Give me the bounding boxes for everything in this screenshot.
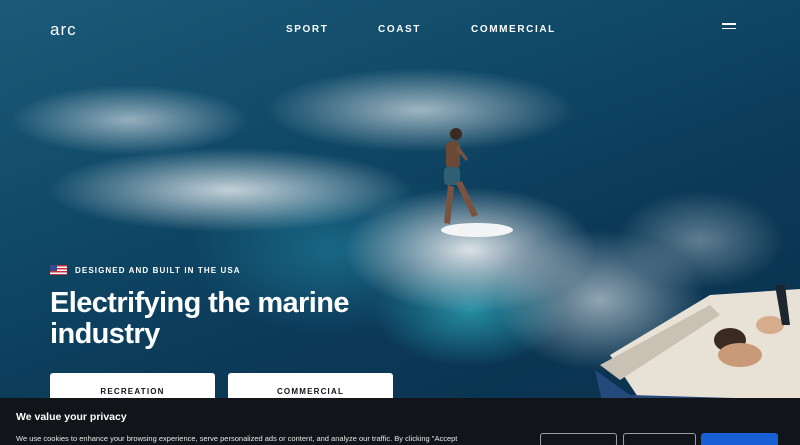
cookie-description: We use cookies to enhance your browsing … bbox=[16, 434, 458, 443]
hero-headline: Electrifying the marine industry bbox=[50, 287, 349, 350]
hamburger-menu-icon[interactable] bbox=[722, 23, 736, 33]
recreation-button[interactable]: RECREATION bbox=[50, 373, 215, 401]
wakesurfer-image bbox=[441, 128, 513, 237]
site-header: arc SPORT COAST COMMERCIAL bbox=[0, 0, 800, 58]
cookie-accept-button[interactable] bbox=[701, 433, 778, 445]
commercial-button[interactable]: COMMERCIAL bbox=[228, 373, 393, 401]
cookie-customize-button[interactable] bbox=[540, 433, 617, 445]
hero-tagline: DESIGNED AND BUILT IN THE USA bbox=[50, 265, 241, 275]
nav-coast[interactable]: COAST bbox=[378, 24, 421, 35]
boat-image bbox=[595, 285, 800, 415]
us-flag-icon bbox=[50, 265, 67, 275]
cookie-reject-button[interactable] bbox=[623, 433, 696, 445]
tagline-text: DESIGNED AND BUILT IN THE USA bbox=[75, 265, 241, 275]
nav-commercial[interactable]: COMMERCIAL bbox=[471, 24, 556, 35]
cookie-title: We value your privacy bbox=[16, 411, 127, 423]
arc-logo[interactable]: arc bbox=[50, 20, 77, 40]
nav-sport[interactable]: SPORT bbox=[286, 24, 328, 35]
